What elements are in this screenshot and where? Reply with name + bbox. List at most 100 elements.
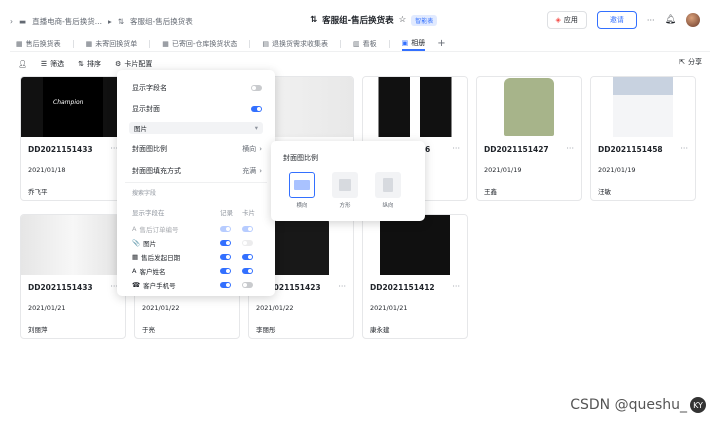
avatar[interactable]: [686, 13, 700, 27]
show-cover-toggle[interactable]: [251, 106, 262, 112]
watermark-logo: KY: [690, 397, 706, 413]
ratio-option-portrait[interactable]: 纵向: [374, 172, 402, 209]
chevron-down-icon: ▾: [254, 124, 258, 132]
breadcrumb-separator: ▸: [107, 16, 112, 26]
tab-3[interactable]: ▤ 退换货需求收集表: [262, 36, 328, 51]
card-toggle[interactable]: [242, 268, 253, 274]
invite-button[interactable]: 邀请: [596, 11, 637, 29]
ratio-option-landscape[interactable]: 横向: [288, 172, 316, 209]
record-toggle[interactable]: [220, 282, 231, 288]
more-icon[interactable]: ···: [338, 282, 346, 291]
brand-logo-icon: Champion: [53, 99, 84, 106]
cover-ratio-label: 封面图比例: [132, 145, 167, 153]
col-card-label: 卡片: [242, 209, 255, 217]
gallery-card[interactable]: Champion DD2021151433 ··· 2021/01/18 乔飞平: [20, 76, 126, 201]
tab-label: 售后换货表: [25, 39, 61, 48]
card-toggle[interactable]: [242, 282, 253, 288]
grid-icon: ▦: [16, 39, 23, 48]
app-button[interactable]: ◈ 应用: [546, 11, 587, 29]
gallery-card[interactable]: DD2021151433 ··· 2021/01/21 刘丽萍: [20, 214, 126, 339]
share-view-button[interactable]: ⇱ 分享: [679, 57, 702, 67]
tab-divider: [249, 39, 251, 48]
more-icon[interactable]: ···: [680, 144, 688, 153]
ratio-option-square[interactable]: 方形: [331, 172, 359, 209]
card-date: 2021/01/21: [28, 304, 66, 312]
cover-ratio-row[interactable]: 封面图比例 横向 ›: [132, 144, 262, 154]
more-icon[interactable]: ···: [566, 144, 574, 153]
card-customer-name: 乔飞平: [28, 188, 48, 196]
record-toggle[interactable]: [220, 254, 231, 260]
filter-button[interactable]: ☰ 筛选: [41, 59, 64, 69]
record-toggle[interactable]: [220, 268, 231, 274]
grid-icon: ▦: [162, 39, 169, 48]
field-row-date[interactable]: ▦ 售后发起日期: [132, 252, 262, 262]
tab-4[interactable]: ▥ 看板: [353, 36, 377, 51]
chevron-right-icon: ›: [259, 145, 262, 153]
card-cover-image: Champion: [21, 77, 125, 137]
search-fields-label: 搜索字段: [132, 190, 157, 197]
calendar-icon: ▦: [132, 253, 139, 261]
cover-field-value: 图片: [134, 125, 147, 133]
tab-5[interactable]: ▣ 相册: [401, 36, 426, 51]
gallery-card[interactable]: DD2021151427 ··· 2021/01/19 王鑫: [476, 76, 582, 201]
card-date: 2021/01/22: [142, 304, 180, 312]
more-icon[interactable]: ···: [452, 144, 460, 153]
share-label: 分享: [688, 58, 702, 66]
table-icon: ⇅: [117, 16, 125, 26]
card-cover-image: [363, 77, 467, 137]
show-cover-label: 显示封面: [132, 105, 160, 113]
more-icon[interactable]: ···: [452, 282, 460, 291]
card-customer-name: 康永建: [370, 326, 390, 334]
card-date: 2021/01/22: [256, 304, 294, 312]
field-label: 客户姓名: [139, 268, 166, 276]
watermark: CSDN @queshu_ KY: [570, 397, 706, 413]
tab-0[interactable]: ▦ 售后换货表: [16, 36, 61, 51]
card-customer-name: 王鑫: [484, 188, 497, 196]
bell-icon[interactable]: 🔔︎: [665, 15, 676, 25]
cover-fill-value: 充满: [242, 167, 257, 175]
gallery-card[interactable]: DD2021151412 ··· 2021/01/21 康永建: [362, 214, 468, 339]
card-date: 2021/01/21: [370, 304, 408, 312]
filter-label: 筛选: [50, 60, 65, 68]
tab-1[interactable]: ▦ 未寄回换货单: [86, 36, 138, 51]
smart-table-badge: 智能表: [411, 14, 438, 26]
more-icon[interactable]: ···: [647, 16, 655, 25]
search-fields-row[interactable]: 搜索字段: [132, 188, 262, 197]
record-toggle[interactable]: [220, 240, 231, 246]
show-field-name-toggle[interactable]: [251, 85, 262, 91]
card-date: 2021/01/19: [598, 166, 636, 174]
card-order-id: 6: [425, 145, 431, 154]
breadcrumb-doc[interactable]: 客服组-售后换货表: [130, 16, 193, 27]
panel-divider: [125, 182, 267, 183]
cover-fill-row[interactable]: 封面图填充方式 充满 ›: [132, 166, 262, 176]
cover-ratio-popover: 封面图比例 横向 方形 纵向: [271, 141, 425, 221]
chevron-right-icon[interactable]: ›: [10, 17, 13, 26]
shown-fields-label: 显示字段在: [132, 209, 165, 217]
field-label: 图片: [143, 240, 157, 248]
star-icon[interactable]: ☆: [399, 15, 407, 25]
gallery-card[interactable]: DD2021151458 ··· 2021/01/19 汪敏: [590, 76, 696, 201]
card-date: 2021/01/18: [28, 166, 66, 174]
add-tab-icon[interactable]: +: [437, 38, 445, 49]
watermark-text: CSDN @queshu_: [570, 397, 687, 413]
show-field-name-row[interactable]: 显示字段名: [132, 83, 262, 93]
sort-button[interactable]: ⇅ 排序: [78, 59, 101, 69]
card-toggle[interactable]: [242, 254, 253, 260]
phone-icon: ☎: [132, 281, 141, 289]
breadcrumb-folder[interactable]: 直播电商-售后换货...: [32, 16, 102, 27]
field-row-customer-name[interactable]: A 客户姓名: [132, 266, 262, 276]
cover-field-select[interactable]: 图片 ▾: [129, 122, 263, 134]
tab-2[interactable]: ▦ 已寄回-仓库换货状态: [162, 36, 237, 51]
page-title[interactable]: 客服组-售后换货表: [322, 14, 394, 26]
card-order-id: DD2021151433: [28, 283, 93, 292]
portrait-ratio-icon: [375, 172, 401, 198]
card-config-button[interactable]: ⚙ 卡片配置: [115, 59, 152, 69]
record-toggle: [220, 226, 231, 232]
card-toggle: [242, 240, 253, 246]
gallery-icon: ▣: [401, 38, 409, 47]
tab-label: 退换货需求收集表: [272, 39, 329, 48]
person-icon[interactable]: 👤︎: [18, 60, 27, 68]
field-row-phone[interactable]: ☎ 客户手机号: [132, 280, 262, 290]
show-cover-row[interactable]: 显示封面: [132, 104, 262, 114]
field-row-image[interactable]: 📎 图片: [132, 238, 262, 248]
